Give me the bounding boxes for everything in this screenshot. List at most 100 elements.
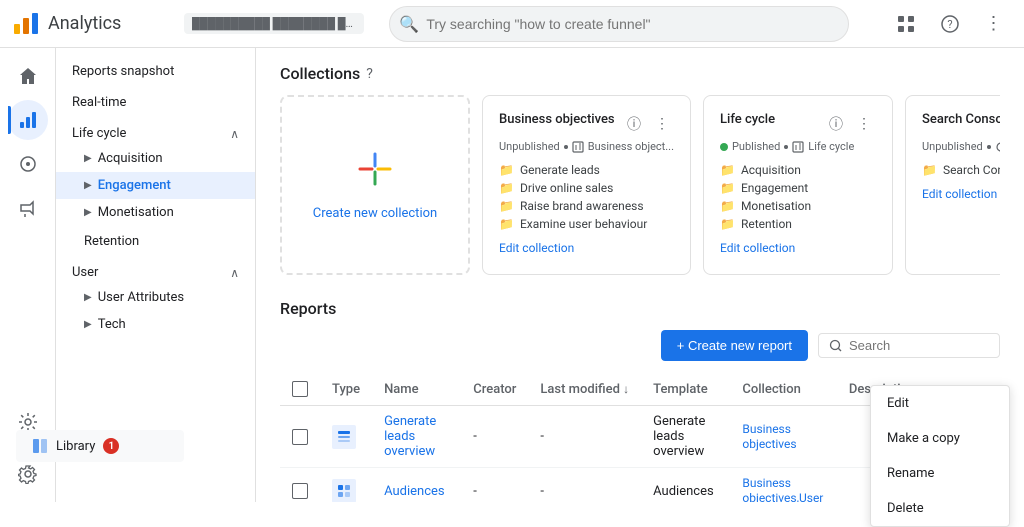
nav-reports[interactable] [8,100,48,140]
reports-search-box [818,333,1000,358]
reports-toolbar: + Create new report [280,330,1000,361]
lifecycle-status: Published [732,140,780,153]
card-meta-lifecycle: Published Life cycle [720,140,876,153]
th-type: Type [320,373,372,406]
nav-home[interactable] [8,56,48,96]
edit-link-lifecycle[interactable]: Edit collection [720,241,876,255]
row-checkbox[interactable] [292,429,308,445]
edit-link-search-console[interactable]: Edit collection [922,187,1000,201]
help-button[interactable]: ? [932,6,968,42]
sidebar-item-tech[interactable]: ▶ Tech [56,311,255,338]
reports-title: Reports [280,299,336,318]
collection-link[interactable]: Business objectives [742,422,796,451]
grid-apps-button[interactable] [888,6,924,42]
report-name-link[interactable]: Generate leads overview [384,414,436,459]
grid-icon [897,15,915,33]
folder-icon: 📁 [499,199,514,213]
row-modified-cell: - [528,468,641,503]
more-options-button[interactable]: ⋮ [976,6,1012,42]
row-creator-cell: - [461,406,528,468]
published-indicator [720,143,728,151]
sidebar-library-button[interactable]: Library 1 [56,430,184,462]
reports-search-icon [829,339,843,353]
monetisation-arrow-icon: ▶ [84,207,92,218]
row-checkbox[interactable] [292,483,308,499]
card-info-btn-lifecycle[interactable]: ⓘ [824,112,848,136]
row-collection-cell: Business objectives [730,406,836,468]
row-checkbox-cell [280,468,320,503]
report-name-link[interactable]: Audiences [384,484,445,499]
meta-dot [564,145,568,149]
card-items-search-console: 📁Search Console [922,161,1000,179]
account-label: ██████████ ████████ ████ [184,13,364,34]
th-template: Template [641,373,730,406]
card-item: 📁Search Console [922,161,1000,179]
card-item: 📁Monetisation [720,197,876,215]
collection-link[interactable]: Business objectives, [742,476,799,502]
reports-header: Reports [280,299,1000,318]
card-more-btn-business[interactable]: ⋮ [650,112,674,136]
engagement-arrow-icon: ▶ [84,180,92,191]
row-collection-cell: Business objectives,User [730,468,836,503]
collection-card-lifecycle: Life cycle ⓘ ⋮ Published Life cycle 📁Acq… [703,95,893,275]
select-all-checkbox[interactable] [292,381,308,397]
context-menu-delete[interactable]: Delete [871,491,1009,526]
folder-icon: 📁 [720,181,735,195]
reports-icon [18,110,38,130]
collection-link[interactable]: User [799,491,823,502]
row-type-cell [320,468,372,503]
sidebar-item-retention[interactable]: Retention [56,226,255,257]
library-label: Library [56,439,95,454]
card-more-btn-lifecycle[interactable]: ⋮ [852,112,876,136]
new-collection-card[interactable]: Create new collection [280,95,470,275]
row-name-cell: Generate leads overview [372,406,461,468]
topbar-actions: ? ⋮ [888,6,1012,42]
explore-icon [18,154,38,174]
sidebar-item-user-attributes[interactable]: ▶ User Attributes [56,284,255,311]
search-input[interactable] [389,6,849,42]
vertical-dots-icon: ⋮ [984,13,1003,34]
card-title-search-console: Search Console [922,112,1000,127]
collection-card-business: Business objectives ⓘ ⋮ Unpublished Busi… [482,95,691,275]
sidebar-item-monetisation[interactable]: ▶ Monetisation [56,199,255,226]
row-template-cell: Generate leads overview [641,406,730,468]
collection-card-search-console: Search Console ⓘ ⋮ Unpublished Search Co… [905,95,1000,275]
row-type-cell [320,406,372,468]
business-type-label: Business object... [588,140,674,153]
card-item: 📁Generate leads [499,161,674,179]
user-chevron-icon: ∧ [230,266,239,280]
library-badge: 1 [103,438,119,454]
card-info-btn-business[interactable]: ⓘ [622,112,646,136]
sidebar-item-realtime[interactable]: Real-time [56,87,255,118]
advertising-icon [18,198,38,218]
folder-icon: 📁 [499,181,514,195]
card-header-business: Business objectives ⓘ ⋮ [499,112,674,136]
context-menu-copy[interactable]: Make a copy [871,421,1009,456]
sidebar-section-user[interactable]: User ∧ [56,257,255,284]
th-checkbox [280,373,320,406]
collections-row: Create new collection Business objective… [280,95,1000,279]
svg-text:?: ? [947,18,952,31]
collections-help-icon[interactable]: ? [366,66,373,82]
create-report-button[interactable]: + Create new report [661,330,808,361]
row-creator-cell: - [461,468,528,503]
sidebar-item-acquisition[interactable]: ▶ Acquisition [56,145,255,172]
reports-search-input[interactable] [849,338,989,353]
folder-icon: 📁 [720,199,735,213]
context-menu-edit[interactable]: Edit [871,386,1009,421]
row-template-cell: Audiences [641,468,730,503]
sidebar-item-snapshot[interactable]: Reports snapshot [56,56,255,87]
sidebar-item-engagement[interactable]: ▶ Engagement [56,172,255,199]
context-menu-rename[interactable]: Rename [871,456,1009,491]
card-items-business: 📁Generate leads 📁Drive online sales 📁Rai… [499,161,674,233]
collections-title: Collections [280,64,360,83]
edit-link-business[interactable]: Edit collection [499,241,674,255]
nav-advertising[interactable] [8,188,48,228]
app-title: Analytics [48,13,121,34]
th-modified: Last modified ↓ [528,373,641,406]
nav-explore[interactable] [8,144,48,184]
row-checkbox-cell [280,406,320,468]
card-header-icons-business: ⓘ ⋮ [622,112,674,136]
sidebar-section-lifecycle[interactable]: Life cycle ∧ [56,118,255,145]
meta-dot [987,145,991,149]
